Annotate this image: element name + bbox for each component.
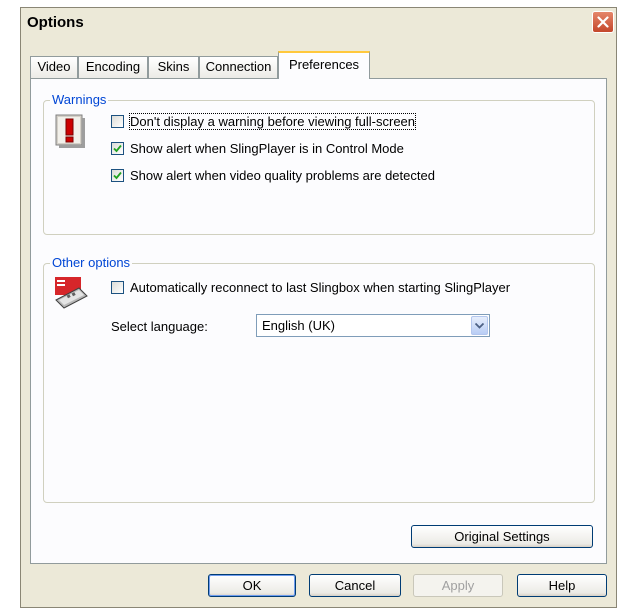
checkbox[interactable] (111, 115, 124, 128)
checkmark-icon (113, 144, 122, 153)
tab-connection[interactable]: Connection (199, 56, 278, 78)
warning-exclamation-icon (55, 114, 85, 148)
other-options-group-label: Other options (50, 255, 133, 270)
tab-video[interactable]: Video (30, 56, 78, 78)
checkmark-icon (113, 171, 122, 180)
title-bar[interactable]: Options (21, 8, 616, 38)
chevron-down-icon (475, 322, 484, 329)
auto-reconnect-label: Automatically reconnect to last Slingbox… (130, 280, 511, 295)
apply-button[interactable]: Apply (413, 574, 503, 597)
window-title: Options (27, 14, 84, 31)
language-select-value: English (UK) (262, 318, 335, 333)
original-settings-button[interactable]: Original Settings (411, 525, 593, 548)
dropdown-button[interactable] (471, 316, 488, 335)
control-mode-alert-checkbox[interactable]: Show alert when SlingPlayer is in Contro… (111, 141, 404, 156)
quality-alert-label: Show alert when video quality problems a… (130, 168, 435, 183)
checkbox[interactable] (111, 142, 124, 155)
close-button[interactable] (592, 11, 614, 33)
auto-reconnect-checkbox[interactable]: Automatically reconnect to last Slingbox… (111, 280, 510, 295)
help-button[interactable]: Help (517, 574, 607, 597)
checkbox[interactable] (111, 169, 124, 182)
remote-control-icon (55, 277, 88, 309)
options-dialog: Options Video Encoding Skins Connection … (20, 7, 617, 608)
warnings-group: Warnings Don't display a warning before … (43, 92, 595, 235)
select-language-label: Select language: (111, 319, 208, 334)
warnings-group-label: Warnings (50, 92, 109, 107)
tab-encoding[interactable]: Encoding (78, 56, 148, 78)
cancel-button[interactable]: Cancel (309, 574, 401, 597)
ok-button[interactable]: OK (208, 574, 296, 597)
close-icon (597, 16, 609, 28)
control-mode-alert-label: Show alert when SlingPlayer is in Contro… (130, 141, 404, 156)
quality-alert-checkbox[interactable]: Show alert when video quality problems a… (111, 168, 435, 183)
tab-preferences[interactable]: Preferences (278, 51, 370, 79)
other-options-group: Other options Automatically reconnect to… (43, 255, 595, 503)
checkbox[interactable] (111, 281, 124, 294)
tab-skins[interactable]: Skins (148, 56, 199, 78)
fullscreen-warning-label: Don't display a warning before viewing f… (128, 113, 417, 130)
language-select[interactable]: English (UK) (256, 314, 490, 337)
preferences-panel: Warnings Don't display a warning before … (30, 78, 607, 564)
fullscreen-warning-checkbox[interactable]: Don't display a warning before viewing f… (111, 113, 417, 130)
